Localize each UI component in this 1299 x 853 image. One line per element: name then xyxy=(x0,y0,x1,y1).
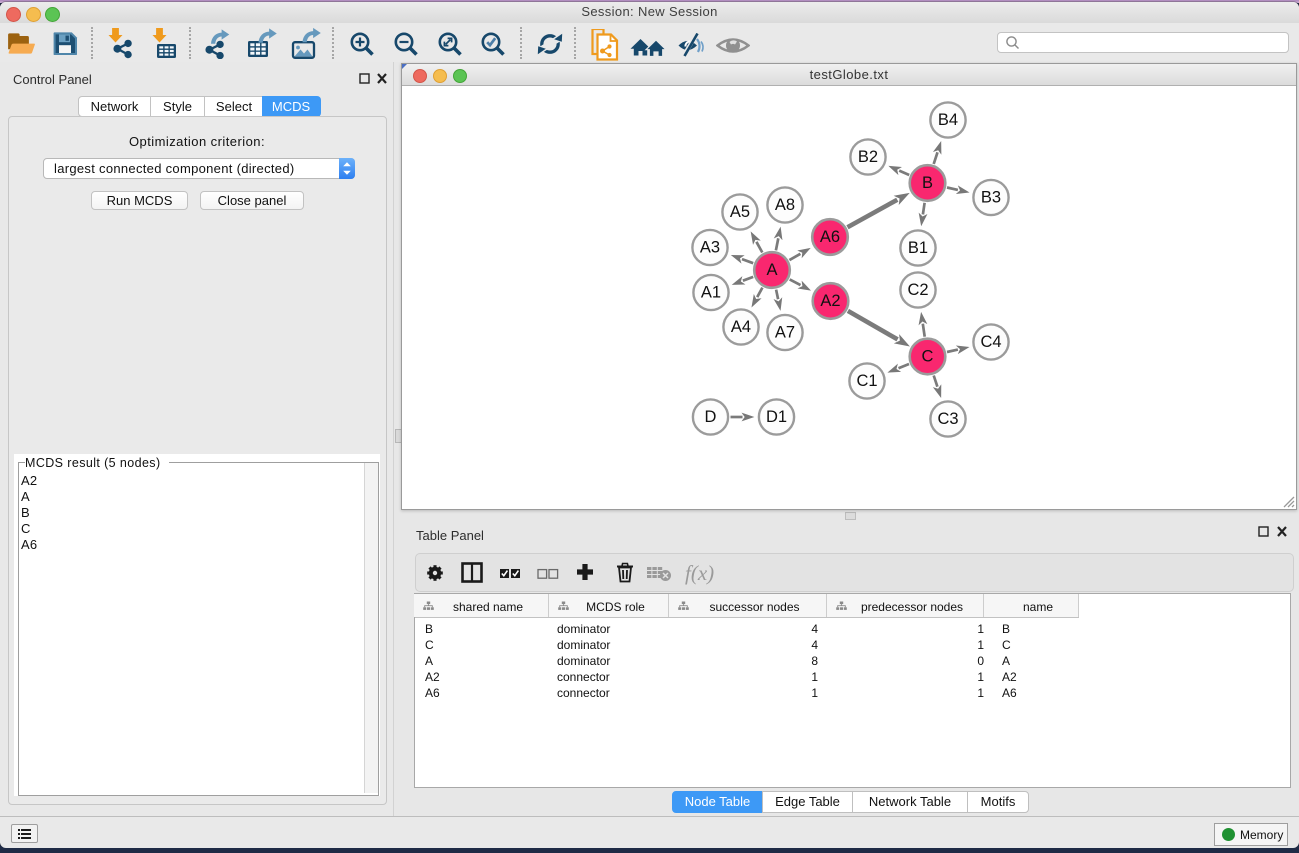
svg-text:C2: C2 xyxy=(907,281,928,299)
svg-text:A7: A7 xyxy=(775,324,795,342)
svg-text:B1: B1 xyxy=(908,239,928,257)
svg-text:B2: B2 xyxy=(858,148,878,166)
svg-text:A4: A4 xyxy=(731,318,751,336)
svg-text:C3: C3 xyxy=(937,410,958,428)
svg-text:C4: C4 xyxy=(980,333,1001,351)
svg-text:C: C xyxy=(922,348,934,366)
svg-text:A6: A6 xyxy=(820,228,840,246)
svg-text:D1: D1 xyxy=(766,408,787,426)
svg-text:A1: A1 xyxy=(701,284,721,302)
svg-text:A: A xyxy=(766,261,777,279)
svg-text:B3: B3 xyxy=(981,189,1001,207)
svg-text:B4: B4 xyxy=(938,111,958,129)
svg-text:C1: C1 xyxy=(856,372,877,390)
svg-text:A2: A2 xyxy=(820,292,840,310)
svg-text:A5: A5 xyxy=(730,203,750,221)
svg-text:B: B xyxy=(922,174,933,192)
svg-text:A3: A3 xyxy=(700,239,720,257)
svg-text:D: D xyxy=(705,408,717,426)
svg-text:A8: A8 xyxy=(775,196,795,214)
